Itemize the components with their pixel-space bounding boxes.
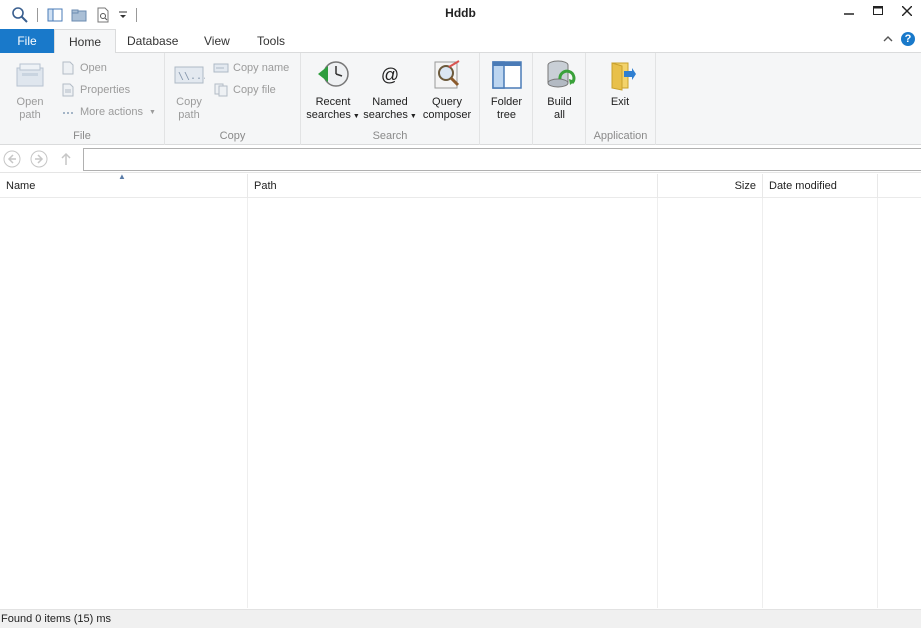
- properties-label: Properties: [80, 84, 131, 96]
- exit-button[interactable]: Exit: [600, 58, 640, 109]
- exit-label: Exit: [610, 96, 630, 108]
- back-icon[interactable]: [2, 149, 22, 169]
- open-path-label-2: path: [19, 109, 41, 121]
- column-divider: [247, 198, 248, 608]
- recent-searches-button[interactable]: Recent searches ▼: [306, 58, 360, 123]
- copy-path-label-2: path: [178, 109, 200, 121]
- tab-tools[interactable]: Tools: [243, 29, 299, 53]
- results-list[interactable]: [0, 198, 921, 608]
- column-header-name[interactable]: Name ▲: [0, 172, 248, 198]
- group-file-label: File: [73, 130, 91, 142]
- copy-file-button[interactable]: Copy file: [213, 80, 276, 100]
- properties-icon: [60, 82, 76, 98]
- open-path-button[interactable]: Open path: [10, 58, 50, 122]
- collapse-ribbon-icon[interactable]: [883, 32, 893, 46]
- svg-text:\\...: \\...: [178, 71, 205, 82]
- chevron-down-icon: ▼: [352, 113, 360, 120]
- open-button[interactable]: Open: [60, 58, 107, 78]
- recent-searches-label-2: searches: [306, 109, 351, 121]
- more-dots-icon: [60, 104, 76, 120]
- copy-file-label: Copy file: [233, 84, 276, 96]
- group-file: Open path Open Properties More actions ▼…: [0, 53, 165, 145]
- build-all-label-2: all: [553, 109, 565, 121]
- window-title: Hddb: [445, 6, 476, 20]
- tab-file[interactable]: File: [0, 29, 54, 53]
- properties-button[interactable]: Properties: [60, 80, 130, 100]
- help-icon[interactable]: ?: [901, 32, 915, 46]
- close-icon[interactable]: [892, 0, 921, 22]
- copy-name-button[interactable]: Copy name: [213, 58, 289, 78]
- up-arrow-icon[interactable]: [56, 149, 76, 169]
- column-date-label: Date modified: [769, 180, 837, 192]
- maximize-icon[interactable]: [863, 0, 892, 22]
- clock-back-icon: [316, 58, 350, 92]
- group-search: Recent searches ▼ @ Named searches ▼ Query…: [301, 53, 480, 145]
- database-refresh-icon: [543, 58, 577, 92]
- ribbon-tabs: File Home Database View Tools ?: [0, 29, 921, 54]
- group-application-label: Application: [593, 130, 648, 142]
- column-header-date[interactable]: Date modified: [763, 174, 878, 198]
- named-searches-button[interactable]: @ Named searches ▼: [363, 58, 417, 123]
- column-divider: [657, 198, 658, 608]
- column-header-path[interactable]: Path: [248, 174, 658, 198]
- chevron-down-icon: ▼: [148, 108, 156, 116]
- open-path-icon: [13, 58, 47, 92]
- folder-tree-label-2: tree: [497, 109, 516, 121]
- group-search-label: Search: [372, 130, 408, 142]
- minimize-icon[interactable]: [834, 0, 863, 22]
- address-input[interactable]: [83, 148, 921, 171]
- chevron-down-icon: ▼: [409, 113, 417, 120]
- column-divider: [762, 198, 763, 608]
- copy-name-label: Copy name: [233, 62, 290, 74]
- query-composer-button[interactable]: Query composer: [420, 58, 474, 122]
- column-path-label: Path: [254, 180, 277, 192]
- exit-door-icon: [603, 58, 637, 92]
- group-folder-tree: Folder tree: [480, 53, 533, 145]
- open-path-label-1: Open: [16, 96, 44, 108]
- recent-searches-label-1: Recent: [315, 96, 351, 108]
- build-all-label-1: Build: [547, 96, 572, 108]
- sort-ascending-icon: ▲: [118, 172, 126, 181]
- column-divider: [877, 198, 878, 608]
- more-actions-button[interactable]: More actions ▼: [60, 102, 156, 122]
- group-copy: \\... Copy path Copy name Copy file Copy: [165, 53, 301, 145]
- build-all-button[interactable]: Build all: [538, 58, 581, 122]
- copy-path-icon: \\...: [172, 58, 206, 92]
- tab-home[interactable]: Home: [54, 29, 117, 54]
- named-searches-label-1: Named: [372, 96, 408, 108]
- folder-tree-button[interactable]: Folder tree: [485, 58, 528, 122]
- ribbon: Open path Open Properties More actions ▼…: [0, 53, 921, 145]
- status-bar: Found 0 items (15) ms: [0, 609, 921, 628]
- column-name-label: Name: [6, 180, 36, 192]
- status-text: Found 0 items (15) ms: [1, 613, 112, 625]
- query-composer-icon: [430, 58, 464, 92]
- list-header: Name ▲ Path Size Date modified: [0, 172, 921, 198]
- query-composer-label-2: composer: [422, 109, 472, 121]
- copy-name-icon: [213, 60, 229, 76]
- tab-database[interactable]: Database: [113, 29, 192, 53]
- window-controls: [834, 0, 921, 22]
- forward-icon[interactable]: [29, 149, 49, 169]
- at-sign-icon: @: [380, 64, 400, 85]
- folder-tree-icon: [490, 58, 524, 92]
- tab-view[interactable]: View: [190, 29, 244, 53]
- open-icon: [60, 60, 76, 76]
- group-build: Build all: [533, 53, 586, 145]
- group-application: Exit Application: [586, 53, 656, 145]
- folder-tree-label-1: Folder: [490, 96, 523, 108]
- column-size-label: Size: [734, 180, 756, 192]
- open-label: Open: [80, 62, 107, 74]
- more-actions-label: More actions: [80, 106, 143, 118]
- column-header-size[interactable]: Size: [658, 174, 763, 198]
- query-composer-label-1: Query: [432, 96, 462, 108]
- copy-file-icon: [213, 82, 229, 98]
- address-bar: [0, 145, 921, 173]
- copy-path-label-1: Copy: [176, 96, 202, 108]
- title-bar: Hddb: [0, 0, 921, 29]
- named-searches-label-2: searches: [363, 109, 408, 121]
- group-copy-label: Copy: [219, 130, 246, 142]
- copy-path-button[interactable]: \\... Copy path: [171, 58, 207, 122]
